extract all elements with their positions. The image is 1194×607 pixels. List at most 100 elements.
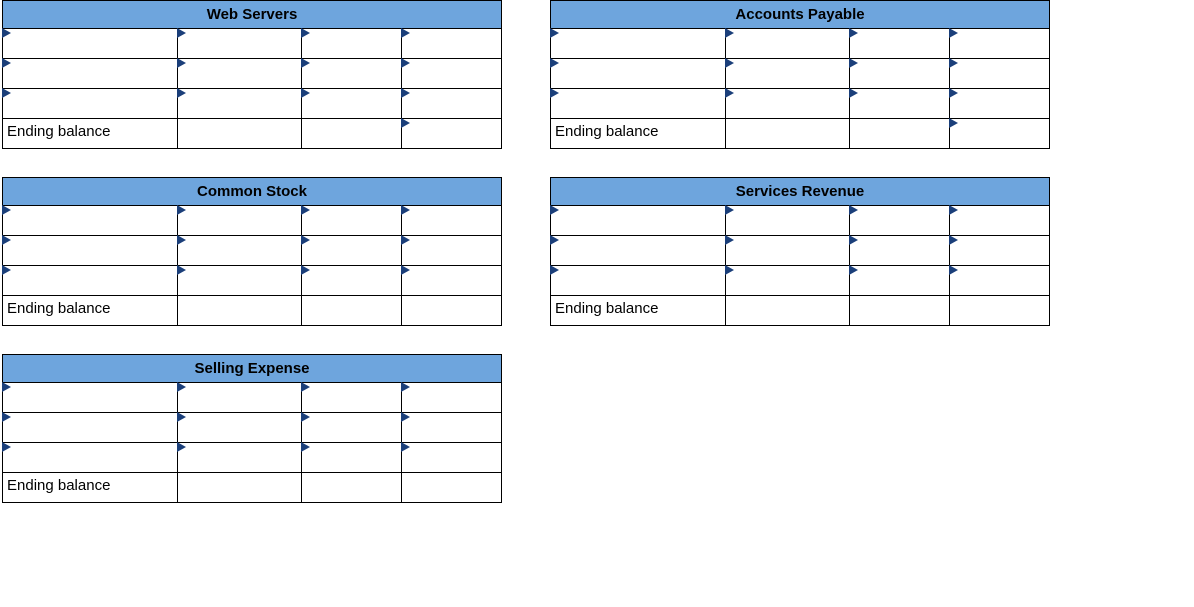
entry-cell[interactable] [177, 266, 302, 296]
dropdown-icon[interactable] [177, 235, 186, 245]
entry-cell[interactable] [725, 266, 850, 296]
dropdown-icon[interactable] [725, 28, 734, 38]
dropdown-icon[interactable] [401, 442, 410, 452]
entry-cell[interactable] [3, 413, 178, 443]
ending-balance-cell[interactable] [402, 296, 502, 326]
ending-balance-cell[interactable] [177, 119, 302, 149]
dropdown-icon[interactable] [2, 382, 11, 392]
dropdown-icon[interactable] [725, 88, 734, 98]
ending-balance-cell[interactable] [302, 119, 402, 149]
entry-cell[interactable] [3, 383, 178, 413]
entry-cell[interactable] [850, 236, 950, 266]
dropdown-icon[interactable] [301, 412, 310, 422]
entry-cell[interactable] [3, 236, 178, 266]
entry-cell[interactable] [3, 59, 178, 89]
entry-cell[interactable] [725, 206, 850, 236]
entry-cell[interactable] [3, 443, 178, 473]
dropdown-icon[interactable] [401, 58, 410, 68]
dropdown-icon[interactable] [301, 205, 310, 215]
dropdown-icon[interactable] [301, 28, 310, 38]
ending-balance-cell[interactable] [725, 119, 850, 149]
dropdown-icon[interactable] [2, 205, 11, 215]
dropdown-icon[interactable] [301, 382, 310, 392]
entry-cell[interactable] [725, 29, 850, 59]
dropdown-icon[interactable] [849, 235, 858, 245]
dropdown-icon[interactable] [550, 28, 559, 38]
entry-cell[interactable] [302, 29, 402, 59]
dropdown-icon[interactable] [949, 88, 958, 98]
entry-cell[interactable] [850, 266, 950, 296]
dropdown-icon[interactable] [177, 88, 186, 98]
entry-cell[interactable] [177, 89, 302, 119]
dropdown-icon[interactable] [725, 265, 734, 275]
entry-cell[interactable] [177, 443, 302, 473]
dropdown-icon[interactable] [849, 58, 858, 68]
entry-cell[interactable] [551, 206, 726, 236]
dropdown-icon[interactable] [301, 88, 310, 98]
entry-cell[interactable] [725, 59, 850, 89]
dropdown-icon[interactable] [2, 412, 11, 422]
ending-balance-cell[interactable] [850, 296, 950, 326]
entry-cell[interactable] [551, 29, 726, 59]
entry-cell[interactable] [177, 206, 302, 236]
ending-balance-cell[interactable] [302, 296, 402, 326]
entry-cell[interactable] [402, 89, 502, 119]
dropdown-icon[interactable] [949, 205, 958, 215]
dropdown-icon[interactable] [177, 382, 186, 392]
entry-cell[interactable] [177, 383, 302, 413]
entry-cell[interactable] [402, 266, 502, 296]
dropdown-icon[interactable] [949, 235, 958, 245]
dropdown-icon[interactable] [301, 235, 310, 245]
dropdown-icon[interactable] [2, 28, 11, 38]
dropdown-icon[interactable] [2, 235, 11, 245]
entry-cell[interactable] [950, 89, 1050, 119]
dropdown-icon[interactable] [401, 382, 410, 392]
ending-balance-cell[interactable] [402, 473, 502, 503]
dropdown-icon[interactable] [401, 235, 410, 245]
dropdown-icon[interactable] [177, 265, 186, 275]
entry-cell[interactable] [302, 266, 402, 296]
entry-cell[interactable] [850, 206, 950, 236]
dropdown-icon[interactable] [550, 88, 559, 98]
entry-cell[interactable] [551, 236, 726, 266]
dropdown-icon[interactable] [401, 118, 410, 128]
entry-cell[interactable] [950, 59, 1050, 89]
entry-cell[interactable] [725, 236, 850, 266]
entry-cell[interactable] [850, 29, 950, 59]
dropdown-icon[interactable] [949, 118, 958, 128]
dropdown-icon[interactable] [550, 205, 559, 215]
entry-cell[interactable] [402, 206, 502, 236]
dropdown-icon[interactable] [177, 205, 186, 215]
ending-balance-cell[interactable] [177, 296, 302, 326]
ending-balance-cell[interactable] [950, 296, 1050, 326]
ending-balance-cell[interactable] [725, 296, 850, 326]
entry-cell[interactable] [302, 236, 402, 266]
dropdown-icon[interactable] [401, 88, 410, 98]
dropdown-icon[interactable] [2, 265, 11, 275]
entry-cell[interactable] [850, 59, 950, 89]
ending-balance-cell[interactable] [850, 119, 950, 149]
entry-cell[interactable] [950, 236, 1050, 266]
dropdown-icon[interactable] [2, 88, 11, 98]
ending-balance-cell[interactable] [177, 473, 302, 503]
dropdown-icon[interactable] [849, 205, 858, 215]
entry-cell[interactable] [3, 89, 178, 119]
dropdown-icon[interactable] [401, 205, 410, 215]
dropdown-icon[interactable] [301, 265, 310, 275]
entry-cell[interactable] [3, 266, 178, 296]
entry-cell[interactable] [177, 236, 302, 266]
entry-cell[interactable] [402, 383, 502, 413]
dropdown-icon[interactable] [177, 58, 186, 68]
entry-cell[interactable] [302, 89, 402, 119]
entry-cell[interactable] [725, 89, 850, 119]
dropdown-icon[interactable] [550, 235, 559, 245]
dropdown-icon[interactable] [301, 442, 310, 452]
dropdown-icon[interactable] [550, 265, 559, 275]
entry-cell[interactable] [3, 206, 178, 236]
dropdown-icon[interactable] [550, 58, 559, 68]
dropdown-icon[interactable] [2, 58, 11, 68]
dropdown-icon[interactable] [949, 265, 958, 275]
entry-cell[interactable] [551, 266, 726, 296]
dropdown-icon[interactable] [725, 205, 734, 215]
dropdown-icon[interactable] [401, 28, 410, 38]
